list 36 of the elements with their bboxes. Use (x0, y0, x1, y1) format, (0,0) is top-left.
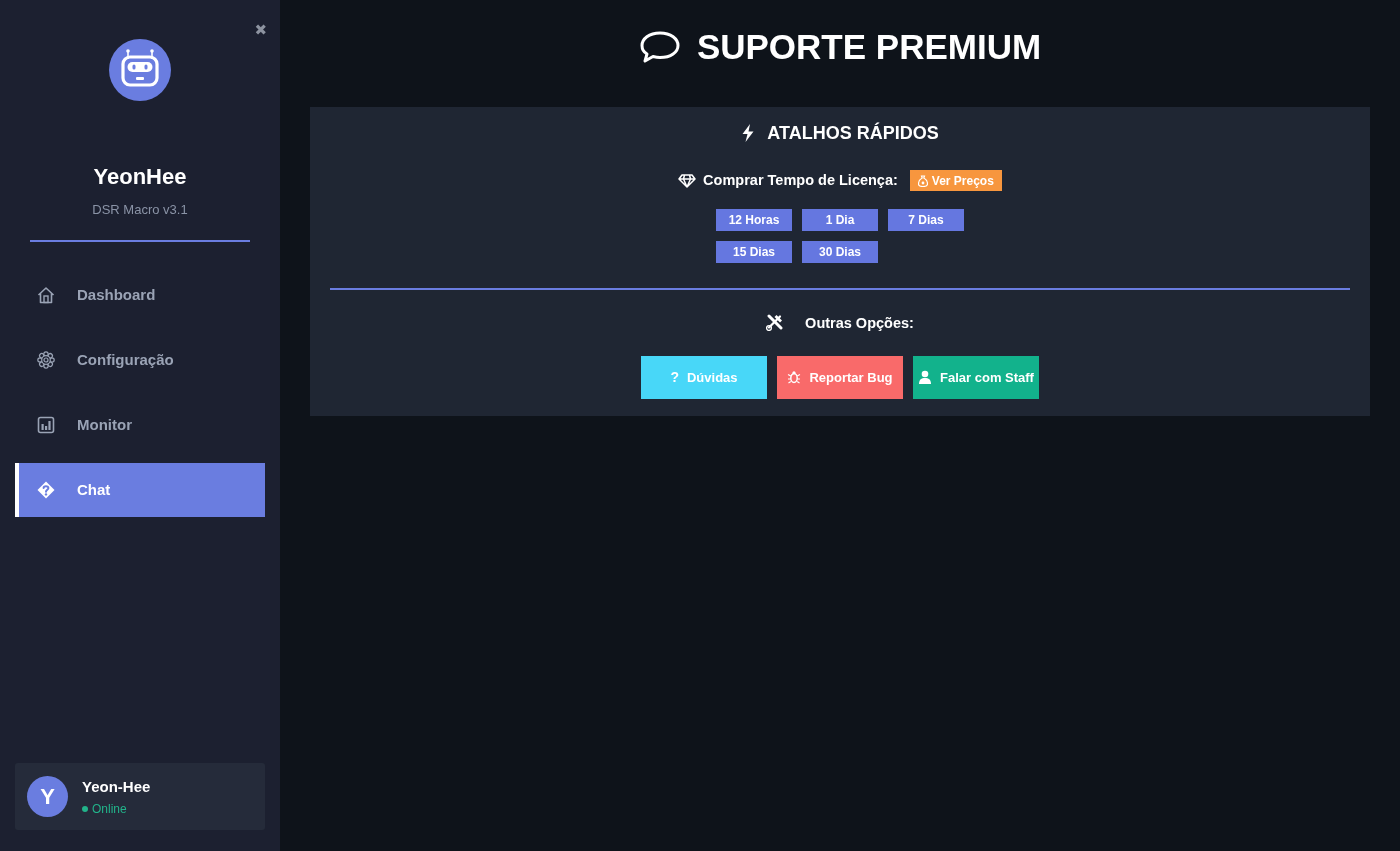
bar-chart-icon (37, 416, 55, 434)
sidebar-item[interactable]: Monitor (15, 398, 265, 452)
other-options-label: Outras Opções: (805, 313, 914, 333)
action-button[interactable]: Falar com Staff (913, 355, 1039, 399)
user-avatar: Y (27, 776, 68, 817)
diamond-icon (678, 173, 697, 188)
question-diamond-icon (37, 481, 55, 499)
duration-button[interactable]: 1 Dia (802, 208, 878, 231)
bug-icon (787, 370, 802, 385)
status-dot-icon (82, 805, 88, 812)
gear-icon (37, 351, 55, 369)
duration-button[interactable]: 7 Dias (888, 208, 964, 231)
robot-icon (109, 39, 171, 101)
app-version: DSR Macro v3.1 (91, 202, 189, 218)
app-name: YeonHee (92, 164, 188, 190)
action-button[interactable]: Reportar Bug (777, 355, 903, 399)
user-status: Online (92, 801, 127, 816)
house-icon (37, 286, 55, 304)
duration-button[interactable]: 12 Horas (716, 208, 792, 231)
user-name: Yeon-Hee (82, 777, 151, 796)
sidebar-item[interactable]: Configuração (15, 333, 265, 387)
license-label: Comprar Tempo de Licença: (703, 171, 898, 190)
tools-icon (766, 314, 784, 332)
page-title: SUPORTE PREMIUM (696, 26, 1042, 68)
lightning-icon (741, 124, 756, 142)
sidebar-item[interactable]: Chat (15, 463, 265, 517)
sidebar-item[interactable]: Dashboard (15, 268, 265, 322)
duration-button[interactable]: 30 Dias (802, 240, 878, 263)
close-button[interactable]: ✖ (254, 22, 267, 38)
person-icon (918, 370, 933, 385)
speech-bubble-icon (638, 30, 681, 64)
prices-button[interactable]: Ver Preços (909, 170, 1002, 192)
section-title: ATALHOS RÁPIDOS (767, 121, 939, 145)
question-mark-icon: ? (670, 366, 679, 388)
duration-button[interactable]: 15 Dias (716, 240, 792, 263)
money-bag-icon (917, 174, 928, 187)
